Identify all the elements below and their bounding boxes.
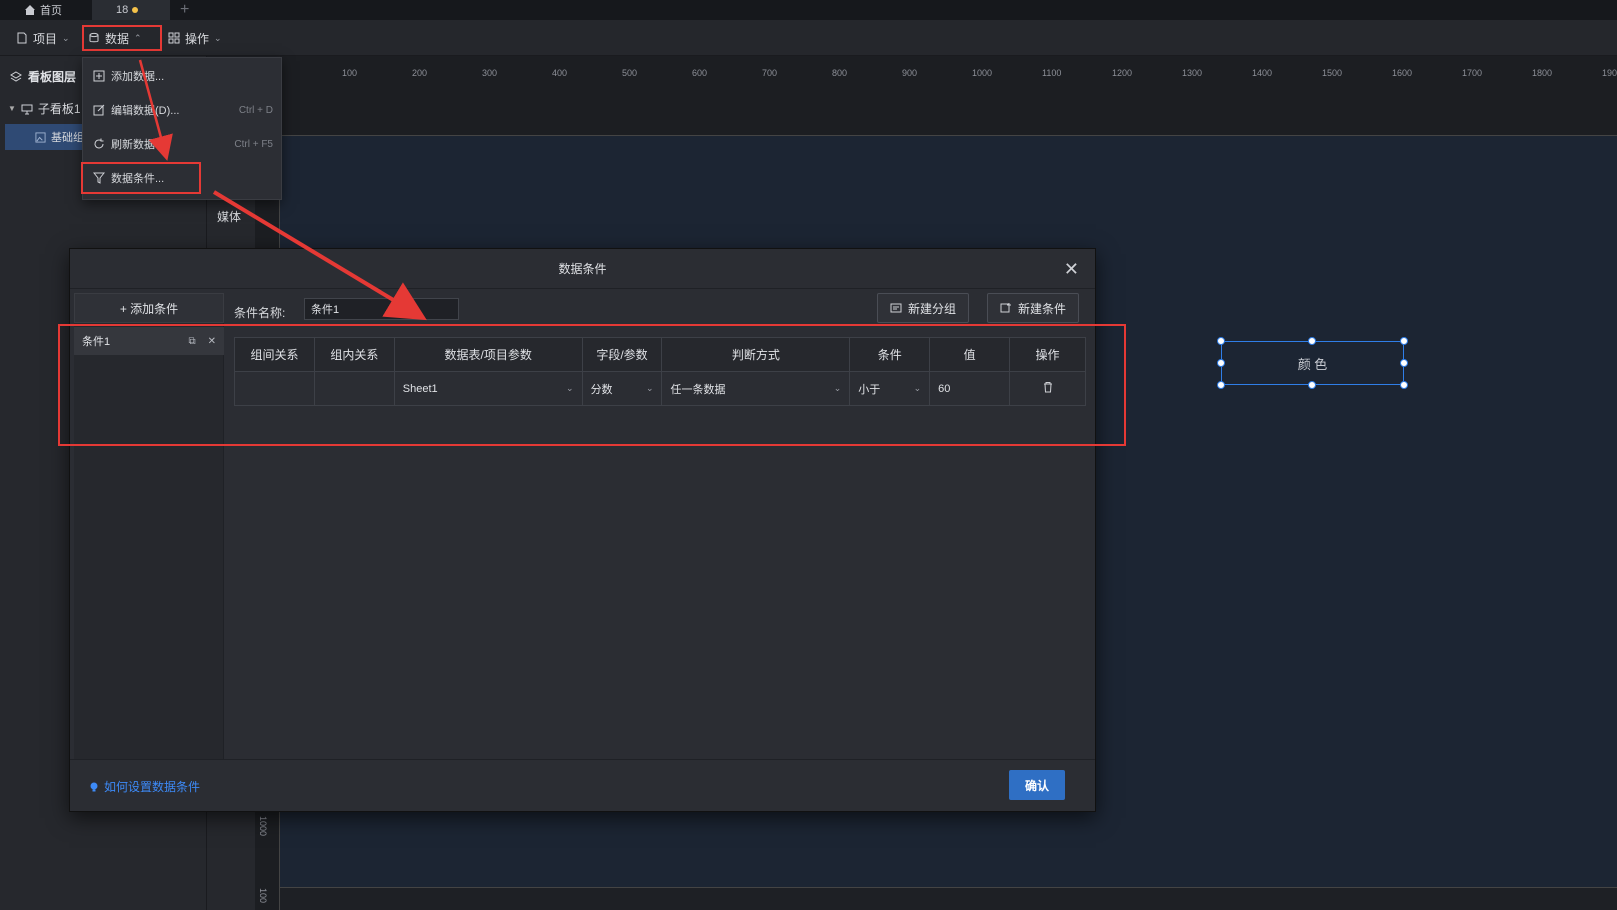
menu-operate[interactable]: 操作 ⌄ <box>164 27 226 49</box>
resize-handle[interactable] <box>1217 359 1225 367</box>
menu-item-add-data[interactable]: 添加数据... <box>91 64 275 88</box>
tab-bar: 首页 18 + <box>0 0 1617 20</box>
dialog-footer: 如何设置数据条件 确认 <box>70 759 1095 811</box>
ruler-tick: 1300 <box>1182 68 1203 78</box>
ruler-tick: 1500 <box>1322 68 1343 78</box>
ruler-tick: 100 <box>342 68 358 78</box>
menu-item-label: 数据条件... <box>111 173 165 185</box>
chevron-down-icon: ⌄ <box>214 32 222 43</box>
ruler-tick: 1000 <box>258 816 268 837</box>
resize-handle[interactable] <box>1308 381 1316 389</box>
ruler-tick: 900 <box>902 68 918 78</box>
chevron-down-icon: ⌄ <box>62 32 70 43</box>
menu-item-data-condition[interactable]: 数据条件... <box>81 162 201 194</box>
ruler-tick: 500 <box>622 68 638 78</box>
resize-handle[interactable] <box>1308 337 1316 345</box>
tab-document[interactable]: 18 <box>92 0 170 20</box>
resize-handle[interactable] <box>1400 359 1408 367</box>
ruler-tick: 100 <box>258 888 268 904</box>
ruler-tick: 200 <box>412 68 428 78</box>
new-condition-button[interactable]: 新建条件 <box>987 293 1080 323</box>
refresh-icon <box>94 138 104 149</box>
new-group-icon <box>890 303 902 313</box>
condition-name-input[interactable] <box>304 298 459 320</box>
menu-item-refresh-data[interactable]: 刷新数据 Ctrl + F5 <box>91 132 275 156</box>
tab-home[interactable]: 首页 <box>24 0 62 20</box>
menu-bar: 项目 ⌄ 数据 ⌃ 操作 ⌄ <box>0 20 1617 56</box>
ruler-tick: 1900 <box>1602 68 1617 78</box>
canvas-widget-color[interactable]: 颜 色 <box>1221 341 1404 385</box>
ruler-tick: 300 <box>482 68 498 78</box>
new-tab-plus-icon[interactable]: + <box>180 0 189 20</box>
menu-label: 数据 <box>105 31 130 46</box>
ruler-tick: 1100 <box>1042 68 1062 78</box>
ruler-tick: 800 <box>832 68 848 78</box>
menu-item-label: 添加数据... <box>111 71 165 83</box>
add-data-icon <box>93 70 105 82</box>
button-label: 新建条件 <box>1018 301 1067 316</box>
tree-item-sub-board[interactable]: ▼ 子看板1 <box>8 100 81 117</box>
resize-handle[interactable] <box>1400 337 1408 345</box>
ruler-tick: 1400 <box>1252 68 1273 78</box>
annotation-highlight-box <box>58 324 1126 446</box>
confirm-button[interactable]: 确认 <box>1009 770 1065 800</box>
dialog-title: 数据条件 <box>70 249 1095 289</box>
menu-item-label: 刷新数据 <box>111 139 155 151</box>
media-component-label[interactable]: 媒体 <box>217 208 241 225</box>
help-link-label: 如何设置数据条件 <box>104 780 201 794</box>
data-dropdown-menu: 添加数据... 编辑数据(D)... Ctrl + D 刷新数据 Ctrl + … <box>81 57 282 200</box>
monitor-icon <box>21 104 33 114</box>
home-icon <box>25 5 35 15</box>
ruler-tick: 1700 <box>1462 68 1483 78</box>
caret-down-icon: ▼ <box>8 104 16 113</box>
close-icon[interactable]: ✕ <box>1064 259 1079 280</box>
ruler-tick: 400 <box>552 68 568 78</box>
image-icon <box>35 131 46 143</box>
horizontal-ruler: 100 200 300 400 500 600 700 800 900 1000 1100 1200 1… <box>280 56 1617 136</box>
edit-icon <box>93 104 105 116</box>
layers-header: 看板图层 <box>10 68 76 85</box>
lightbulb-icon <box>90 782 98 791</box>
ruler-tick: 1800 <box>1532 68 1553 78</box>
tree-label: 子看板1 <box>37 102 81 116</box>
ruler-tick: 1200 <box>1112 68 1133 78</box>
chevron-up-icon: ⌃ <box>134 32 142 43</box>
file-icon <box>17 32 27 44</box>
menu-item-label: 编辑数据(D)... <box>111 105 180 117</box>
menu-label: 项目 <box>33 31 58 46</box>
unsaved-dot-icon <box>132 7 139 13</box>
menu-label: 操作 <box>185 31 210 46</box>
menu-data[interactable]: 数据 ⌃ <box>82 25 162 51</box>
ruler-tick: 1000 <box>972 68 993 78</box>
new-group-button[interactable]: 新建分组 <box>877 293 970 323</box>
shortcut: Ctrl + F5 <box>234 138 273 150</box>
menu-project[interactable]: 项目 ⌄ <box>12 27 74 49</box>
button-label: 新建分组 <box>908 301 957 316</box>
layers-icon <box>10 70 22 82</box>
ruler-tick: 700 <box>762 68 778 78</box>
new-condition-icon <box>1000 303 1011 313</box>
resize-handle[interactable] <box>1400 381 1408 389</box>
help-link[interactable]: 如何设置数据条件 <box>88 778 200 795</box>
ruler-tick: 1600 <box>1392 68 1413 78</box>
tab-label: 首页 <box>40 5 62 17</box>
condition-name-label: 条件名称: <box>234 306 286 320</box>
layers-title: 看板图层 <box>28 70 77 84</box>
resize-handle[interactable] <box>1217 381 1225 389</box>
shortcut: Ctrl + D <box>238 104 273 116</box>
filter-icon <box>93 172 105 184</box>
widget-label: 颜 色 <box>1297 356 1328 372</box>
database-icon <box>89 32 99 43</box>
grid-icon <box>168 32 180 44</box>
resize-handle[interactable] <box>1217 337 1225 345</box>
menu-item-edit-data[interactable]: 编辑数据(D)... Ctrl + D <box>91 98 275 122</box>
ruler-tick: 600 <box>692 68 708 78</box>
tab-label: 18 <box>116 4 129 16</box>
add-condition-button[interactable]: + 添加条件 <box>74 293 224 323</box>
